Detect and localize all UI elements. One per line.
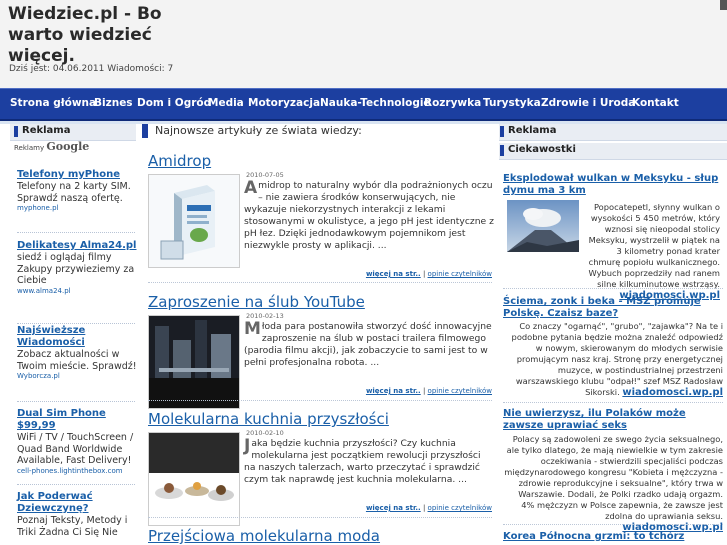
- section-title: Najnowsze artykuły ze świata wiedzy:: [155, 124, 362, 137]
- ad-box-header: Reklama: [499, 124, 727, 141]
- molecular-food-image: [149, 433, 239, 525]
- opinions-link[interactable]: opinie czytelników: [428, 387, 492, 395]
- ad-title[interactable]: Najświeższe Wiadomości: [17, 325, 137, 349]
- more-link[interactable]: więcej na str..: [366, 270, 421, 278]
- nav-zdrowie-i-uroda[interactable]: Zdrowie i Uroda: [541, 97, 635, 109]
- ad-item[interactable]: Delikatesy Alma24.pl siedź i oglądaj fil…: [17, 240, 137, 296]
- opinions-link[interactable]: opinie czytelników: [428, 504, 492, 512]
- ad-desc: Zobacz aktualności w Twoim mieście. Spra…: [17, 349, 137, 372]
- scrollbar-corner: [720, 0, 727, 10]
- ad-title[interactable]: Delikatesy Alma24.pl: [17, 240, 137, 252]
- ad-desc: WiFi / TV / TouchScreen / Quad Band Worl…: [17, 432, 134, 466]
- divider: [503, 288, 723, 289]
- article-date: 2010-02-10: [246, 429, 284, 437]
- ad-desc: Poznaj Teksty, Metody i Triki Żadna Ci S…: [17, 515, 128, 538]
- section-marker: [500, 126, 504, 137]
- ad-url[interactable]: Wyborcza.pl: [17, 372, 137, 381]
- article-title[interactable]: Amidrop: [148, 152, 211, 170]
- ad-title[interactable]: Telefony myPhone: [17, 169, 137, 181]
- article-links: więcej na str.. | opinie czytelników: [365, 504, 492, 512]
- article-thumbnail[interactable]: [148, 174, 240, 268]
- curiosities-title: Ciekawostki: [508, 144, 576, 155]
- article-links: więcej na str.. | opinie czytelników: [365, 387, 492, 395]
- today-info: Dziś jest: 04.06.2011 Wiadomości: 7: [9, 64, 174, 74]
- drop-cap: A: [244, 178, 258, 198]
- curiosity-title[interactable]: Nie uwierzysz, ilu Polaków może zawsze u…: [503, 408, 723, 432]
- section-marker: [142, 124, 148, 138]
- source-link[interactable]: wiadomosci.wp.pl: [622, 387, 723, 398]
- article-title[interactable]: Przejściowa molekularna moda: [148, 527, 380, 545]
- curiosity-title[interactable]: Ściema, zonk i beka - MSZ promuje Polskę…: [503, 296, 723, 320]
- nav-kontakt[interactable]: Kontakt: [632, 97, 679, 109]
- divider: [17, 484, 135, 485]
- ad-box-title: Reklama: [22, 125, 71, 136]
- divider: [17, 401, 135, 402]
- ad-url[interactable]: cell-phones.lightinthebox.com: [17, 467, 137, 476]
- ad-title[interactable]: Dual Sim Phone $99,99: [17, 408, 137, 432]
- nav-media[interactable]: Media: [208, 97, 244, 109]
- ad-desc: siedź i oglądaj filmy Zakupy przywieziem…: [17, 252, 135, 286]
- curiosity-title[interactable]: Eksplodował wulkan w Meksyku - słup dymu…: [503, 173, 723, 197]
- divider: [503, 402, 723, 403]
- article-title[interactable]: Molekularna kuchnia przyszłości: [148, 410, 389, 428]
- ad-box-title: Reklama: [508, 125, 557, 136]
- city-video-image: [149, 316, 239, 408]
- nav-turystyka[interactable]: Turystyka: [483, 97, 541, 109]
- divider: [148, 282, 492, 283]
- curiosities-header: Ciekawostki: [499, 143, 727, 160]
- ad-item[interactable]: Telefony myPhone Telefony na 2 karty SIM…: [17, 169, 137, 213]
- article-excerpt: Amidrop to naturalny wybór dla podrażnio…: [244, 178, 494, 252]
- divider: [503, 524, 723, 525]
- site-header: Wiedziec.pl - Bo warto wiedzieć więcej. …: [0, 0, 727, 88]
- article-links: więcej na str.. | opinie czytelników: [365, 270, 492, 278]
- nav-motoryzacja[interactable]: Motoryzacja: [248, 97, 320, 109]
- article-thumbnail[interactable]: [148, 432, 240, 526]
- section-marker: [14, 126, 18, 137]
- ad-item[interactable]: Dual Sim Phone $99,99 WiFi / TV / TouchS…: [17, 408, 137, 476]
- ads-by-google[interactable]: Reklamy Google: [14, 140, 89, 153]
- curiosity-text: Popocatepetl, słynny wulkan o wysokości …: [588, 202, 720, 301]
- nav-dom-i-ogrod[interactable]: Dom i Ogród: [137, 97, 211, 109]
- drop-cap: J: [244, 436, 251, 456]
- nav-rozrywka[interactable]: Rozrywka: [424, 97, 481, 109]
- section-header: Najnowsze artykuły ze świata wiedzy:: [142, 124, 495, 139]
- ad-url[interactable]: www.alma24.pl: [17, 287, 137, 296]
- nav-strona-glowna[interactable]: Strona główna: [10, 97, 96, 109]
- curiosity-title[interactable]: Korea Północna grzmi: to tchórz: [503, 531, 723, 543]
- nav-biznes[interactable]: Biznes: [94, 97, 133, 109]
- divider: [17, 323, 135, 324]
- drop-cap: M: [244, 319, 261, 339]
- divider: [17, 232, 135, 233]
- main-nav: Strona główna Biznes Dom i Ogród Media M…: [0, 88, 727, 122]
- section-marker: [500, 145, 504, 156]
- ad-box-header: Reklama: [10, 124, 136, 141]
- site-title[interactable]: Wiedziec.pl - Bo warto wiedzieć więcej.: [8, 4, 168, 67]
- article-title[interactable]: Zaproszenie na ślub YouTube: [148, 293, 365, 311]
- ad-item[interactable]: Jak Poderwać Dziewczynę? Poznaj Teksty, …: [17, 491, 137, 538]
- article-excerpt: Jaka będzie kuchnia przyszłości? Czy kuc…: [244, 436, 481, 486]
- ad-title[interactable]: Jak Poderwać Dziewczynę?: [17, 491, 137, 515]
- main-content: Najnowsze artykuły ze świata wiedzy: Ami…: [140, 124, 495, 545]
- nav-nauka-technologie[interactable]: Nauka-Technologie: [320, 97, 431, 109]
- divider: [148, 400, 492, 401]
- volcano-photo[interactable]: [507, 200, 579, 252]
- amidrop-box-image: [149, 175, 239, 267]
- ad-item[interactable]: Najświeższe Wiadomości Zobacz aktualnośc…: [17, 325, 137, 381]
- opinions-link[interactable]: opinie czytelników: [428, 270, 492, 278]
- ad-desc: Telefony na 2 karty SIM. Sprawdź naszą o…: [17, 181, 131, 204]
- ad-url[interactable]: myphone.pl: [17, 204, 137, 213]
- curiosity-text: Polacy są zadowoleni ze swego życia seks…: [504, 434, 723, 533]
- curiosity-text: Co znaczy "ogarnąć", "grubo", "zajawka"?…: [511, 321, 723, 398]
- right-sidebar: Reklama Ciekawostki Eksplodował wulkan w…: [499, 124, 727, 545]
- divider: [148, 517, 492, 518]
- more-link[interactable]: więcej na str..: [366, 387, 421, 395]
- article-excerpt: Młoda para postanowiła stworzyć dość inn…: [244, 319, 492, 369]
- left-sidebar: Reklama Reklamy Google Telefony myPhone …: [10, 124, 137, 545]
- article-thumbnail[interactable]: [148, 315, 240, 409]
- more-link[interactable]: więcej na str..: [366, 504, 421, 512]
